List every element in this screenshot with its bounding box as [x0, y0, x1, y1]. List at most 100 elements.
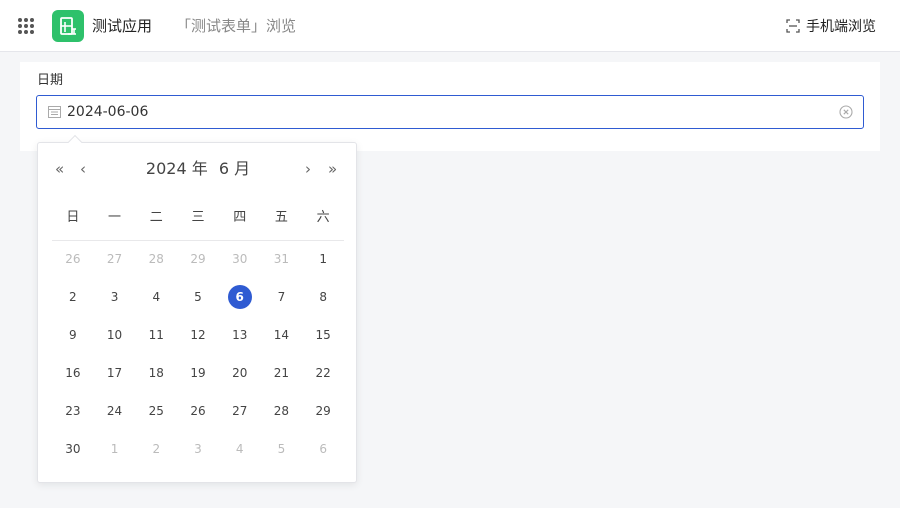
day-cell[interactable]: 19	[177, 354, 219, 392]
day-number: 3	[194, 442, 202, 456]
date-input[interactable]: 2024-06-06	[36, 95, 864, 129]
day-number: 29	[315, 404, 331, 418]
day-number: 12	[190, 328, 206, 342]
day-number: 4	[235, 442, 244, 456]
day-cell[interactable]: 14	[261, 316, 303, 354]
mobile-preview-label: 手机端浏览	[806, 19, 876, 35]
day-cell[interactable]: 9	[52, 316, 94, 354]
day-number: 28	[273, 404, 290, 418]
next-month-button[interactable]: ›	[305, 160, 311, 178]
day-cell[interactable]: 23	[52, 392, 94, 430]
day-cell[interactable]: 13	[219, 316, 261, 354]
day-cell[interactable]: 2	[52, 278, 94, 316]
day-number: 22	[315, 366, 331, 380]
day-cell[interactable]: 28	[261, 392, 303, 430]
day-cell[interactable]: 26	[52, 240, 94, 278]
day-cell[interactable]: 11	[135, 316, 177, 354]
day-cell[interactable]: 1	[302, 240, 344, 278]
mobile-preview-button[interactable]: 手机端浏览	[786, 16, 876, 36]
day-cell[interactable]: 6	[302, 430, 344, 468]
day-number: 6	[227, 285, 252, 309]
date-field-label: 日期	[37, 73, 64, 88]
day-number: 1	[319, 252, 327, 266]
day-cell[interactable]: 10	[94, 316, 136, 354]
day-cell[interactable]: 1	[94, 430, 136, 468]
day-cell[interactable]: 29	[302, 392, 344, 430]
weekday-label: 五	[274, 210, 288, 225]
day-number: 3	[110, 290, 119, 304]
day-number: 30	[65, 442, 81, 456]
day-cell[interactable]: 18	[135, 354, 177, 392]
weekday-label: 一	[108, 210, 122, 225]
day-number: 5	[277, 442, 286, 456]
calendar-icon	[48, 106, 61, 118]
day-number: 14	[273, 328, 290, 342]
day-cell[interactable]: 12	[177, 316, 219, 354]
day-cell[interactable]: 27	[219, 392, 261, 430]
day-number: 29	[190, 252, 206, 266]
next-year-button[interactable]: »	[328, 160, 337, 178]
day-cell[interactable]: 4	[135, 278, 177, 316]
day-number: 5	[194, 290, 202, 304]
day-cell[interactable]: 25	[135, 392, 177, 430]
clear-icon[interactable]	[839, 105, 853, 119]
page-title: 「测试表单」浏览	[176, 17, 297, 35]
day-number: 4	[152, 290, 161, 304]
year-label[interactable]: 2024 年	[146, 159, 208, 178]
day-cell[interactable]: 17	[94, 354, 136, 392]
day-cell[interactable]: 4	[219, 430, 261, 468]
day-number: 1	[110, 442, 119, 456]
day-cell[interactable]: 30	[219, 240, 261, 278]
day-number: 13	[232, 328, 248, 342]
day-number: 23	[65, 404, 81, 418]
day-cell[interactable]: 28	[135, 240, 177, 278]
day-cell[interactable]: 26	[177, 392, 219, 430]
day-cell[interactable]: 21	[261, 354, 303, 392]
day-number: 2	[69, 290, 77, 304]
top-bar: 测试应用 「测试表单」浏览 手机端浏览	[0, 0, 900, 52]
day-number: 2	[152, 442, 161, 456]
day-cell[interactable]: 24	[94, 392, 136, 430]
day-cell[interactable]: 30	[52, 430, 94, 468]
day-number: 18	[148, 366, 164, 380]
day-cell[interactable]: 29	[177, 240, 219, 278]
weekday-label: 二	[149, 210, 163, 225]
day-number: 25	[148, 404, 164, 418]
scan-icon	[786, 19, 800, 33]
day-number: 6	[319, 442, 327, 456]
day-cell[interactable]: 3	[94, 278, 136, 316]
weekday-label: 日	[66, 210, 80, 225]
app-logo[interactable]	[52, 10, 84, 42]
month-label[interactable]: 6 月	[219, 159, 250, 178]
day-cell[interactable]: 15	[302, 316, 344, 354]
day-number: 11	[148, 328, 164, 342]
weekday-header: 日一二三四五六	[52, 205, 344, 241]
day-cell[interactable]: 5	[261, 430, 303, 468]
day-number: 8	[319, 290, 327, 304]
day-cell-selected[interactable]: 6	[219, 278, 261, 316]
day-number: 26	[65, 252, 81, 266]
day-cell[interactable]: 31	[261, 240, 303, 278]
day-cell[interactable]: 16	[52, 354, 94, 392]
day-cell[interactable]: 20	[219, 354, 261, 392]
day-number: 24	[106, 404, 123, 418]
day-grid: 26 27 28 29 30 31 1 2 3 4 5 6 7 8 9 10 11 12 13 14 15 16 17 18 1…	[52, 240, 344, 468]
day-number: 19	[190, 366, 206, 380]
app-grid-icon[interactable]	[18, 18, 34, 34]
day-number: 26	[190, 404, 206, 418]
day-cell[interactable]: 7	[261, 278, 303, 316]
weekday-label: 三	[191, 210, 205, 225]
form-card: 日期 2024-06-06	[20, 62, 880, 151]
day-number: 31	[273, 252, 290, 266]
day-cell[interactable]: 22	[302, 354, 344, 392]
day-number: 17	[106, 366, 123, 380]
weekday-label: 四	[233, 210, 247, 225]
day-cell[interactable]: 27	[94, 240, 136, 278]
app-name[interactable]: 测试应用	[92, 15, 152, 37]
day-cell[interactable]: 8	[302, 278, 344, 316]
day-number: 20	[232, 366, 248, 380]
day-cell[interactable]: 3	[177, 430, 219, 468]
day-cell[interactable]: 2	[135, 430, 177, 468]
day-number: 27	[232, 404, 248, 418]
day-cell[interactable]: 5	[177, 278, 219, 316]
